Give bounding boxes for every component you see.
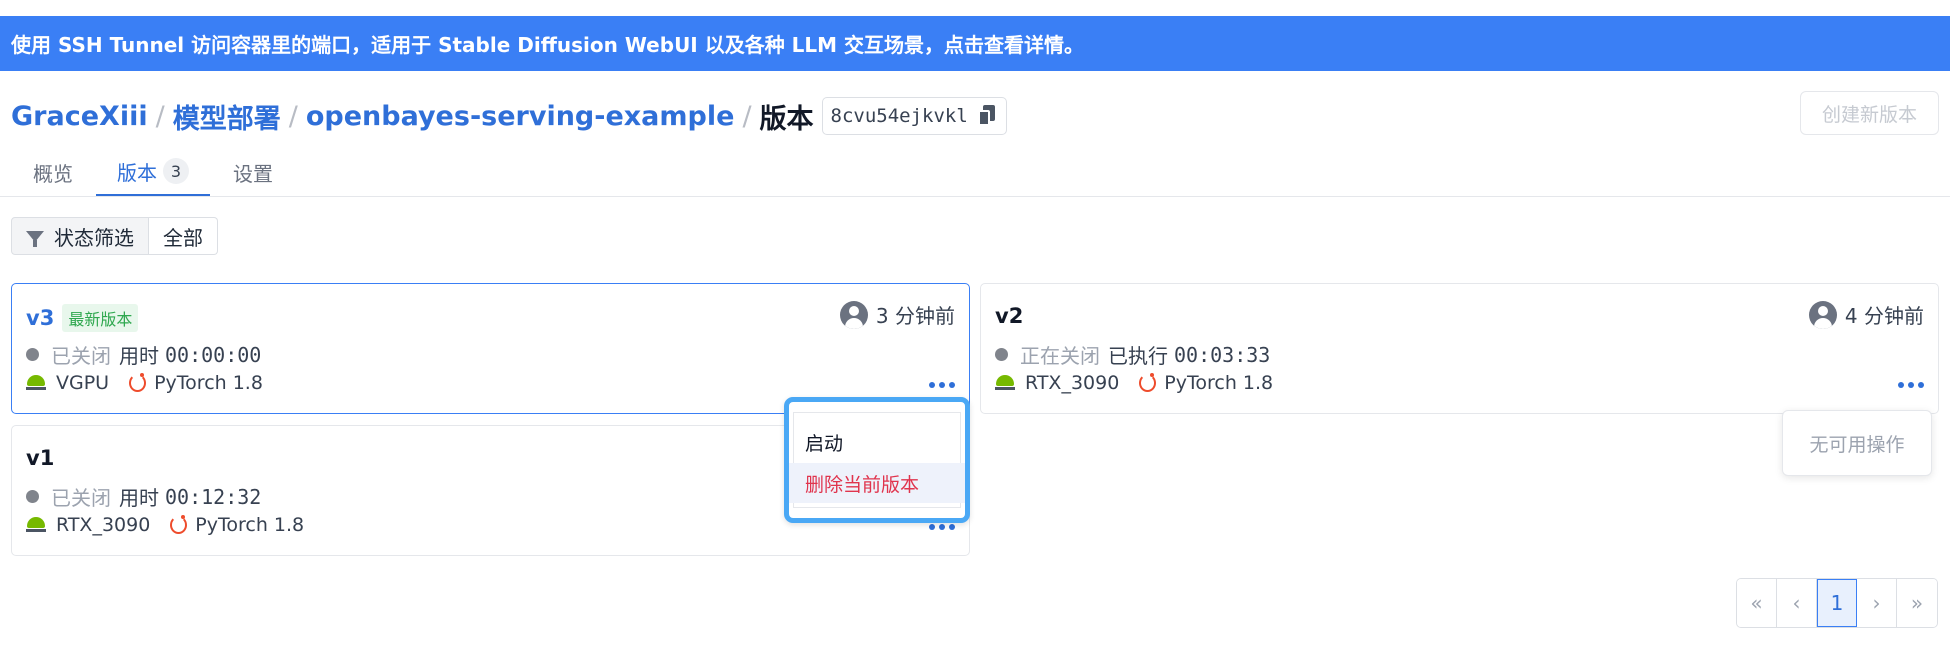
time-text: 3 分钟前	[875, 304, 955, 328]
status-filter-button[interactable]: 状态筛选	[11, 217, 149, 255]
duration-label: 已执行	[1108, 344, 1168, 368]
create-version-button[interactable]: 创建新版本	[1800, 91, 1939, 135]
card-title: v2	[995, 304, 1023, 328]
version-name[interactable]: v3	[26, 306, 54, 330]
card-status: 正在关闭 已执行 00:03:33	[995, 340, 1270, 369]
page-first-button[interactable]: «	[1737, 579, 1777, 627]
tab-bar: 概览 版本 3 设置	[0, 148, 1950, 197]
card-status: 已关闭 用时 00:12:32	[26, 482, 261, 511]
banner-text: 使用 SSH Tunnel 访问容器里的端口，适用于 Stable Diffus…	[11, 33, 1085, 57]
nvidia-icon	[26, 517, 46, 533]
pytorch-icon	[170, 515, 188, 534]
status-text: 已关闭	[51, 344, 111, 368]
info-banner[interactable]: 使用 SSH Tunnel 访问容器里的端口，适用于 Stable Diffus…	[0, 16, 1950, 71]
tab-versions-label: 版本	[117, 160, 157, 185]
time-text: 4 分钟前	[1844, 304, 1924, 328]
framework: PyTorch 1.8	[1164, 372, 1274, 394]
pagination: « ‹ 1 › »	[1736, 578, 1938, 628]
version-name[interactable]: v2	[995, 304, 1023, 328]
breadcrumb-separator: /	[288, 100, 298, 132]
more-actions-button[interactable]	[929, 380, 955, 390]
menu-item-start[interactable]: 启动	[789, 422, 965, 462]
more-actions-button[interactable]	[929, 522, 955, 532]
status-text: 正在关闭	[1020, 344, 1100, 368]
menu-item-delete-version[interactable]: 删除当前版本	[789, 463, 965, 503]
card-env: VGPU PyTorch 1.8	[26, 372, 263, 394]
user-avatar-icon	[1808, 300, 1837, 329]
breadcrumb-project-link[interactable]: openbayes-serving-example	[306, 101, 735, 132]
status-filter-label: 状态筛选	[54, 225, 134, 250]
status-dot-icon	[995, 348, 1008, 361]
pytorch-icon	[1139, 373, 1157, 392]
page-current-button[interactable]: 1	[1817, 579, 1857, 627]
duration-value: 00:00:00	[165, 342, 262, 367]
duration-value: 00:12:32	[165, 484, 262, 509]
status-dot-icon	[26, 490, 39, 503]
card-title: v3 最新版本	[26, 304, 139, 332]
duration-label: 用时	[119, 344, 159, 368]
status-text: 已关闭	[51, 486, 111, 510]
more-actions-button[interactable]	[1898, 380, 1924, 390]
card-status: 已关闭 用时 00:00:00	[26, 340, 261, 369]
status-filter-value[interactable]: 全部	[149, 217, 218, 255]
breadcrumb-separator: /	[155, 100, 165, 132]
latest-version-badge: 最新版本	[62, 304, 139, 332]
tab-overview-label: 概览	[33, 161, 73, 186]
breadcrumb-current: 版本	[759, 103, 814, 135]
no-actions-popup: 无可用操作	[1782, 410, 1932, 476]
duration-label: 用时	[119, 486, 159, 510]
breadcrumb-user-link[interactable]: GraceXiii	[11, 101, 148, 132]
version-name[interactable]: v1	[26, 446, 54, 470]
framework: PyTorch 1.8	[154, 372, 263, 394]
version-id-text: 8cvu54ejkvkl	[830, 105, 968, 127]
status-filter: 状态筛选 全部	[11, 217, 218, 255]
duration-value: 00:03:33	[1174, 342, 1271, 367]
version-actions-dropdown: 启动 删除当前版本	[784, 397, 970, 523]
nvidia-icon	[26, 375, 46, 391]
filter-icon	[26, 230, 44, 247]
nvidia-icon	[995, 375, 1015, 391]
gpu-type: VGPU	[56, 372, 110, 394]
page-prev-button[interactable]: ‹	[1777, 579, 1817, 627]
card-time: 3 分钟前	[839, 300, 955, 329]
card-time: 4 分钟前	[1808, 300, 1924, 329]
breadcrumb-section-link[interactable]: 模型部署	[173, 97, 281, 136]
tab-versions-count-badge: 3	[163, 158, 189, 184]
status-dot-icon	[26, 348, 39, 361]
user-avatar-icon	[839, 300, 868, 329]
page-last-button[interactable]: »	[1897, 579, 1937, 627]
gpu-type: RTX_3090	[56, 514, 151, 536]
tab-settings[interactable]: 设置	[222, 148, 284, 196]
card-title: v1	[26, 446, 54, 470]
copy-icon[interactable]	[977, 105, 996, 127]
card-env: RTX_3090 PyTorch 1.8	[26, 514, 304, 536]
tab-overview[interactable]: 概览	[22, 148, 84, 196]
breadcrumb-separator: /	[742, 100, 752, 132]
tab-settings-label: 设置	[233, 161, 273, 186]
pytorch-icon	[129, 373, 147, 392]
breadcrumb: GraceXiii / 模型部署 / openbayes-serving-exa…	[11, 94, 1007, 138]
no-actions-text: 无可用操作	[1809, 433, 1905, 456]
card-env: RTX_3090 PyTorch 1.8	[995, 372, 1273, 394]
page-next-button[interactable]: ›	[1857, 579, 1897, 627]
version-id-box: 8cvu54ejkvkl	[821, 97, 1007, 135]
gpu-type: RTX_3090	[1025, 372, 1120, 394]
framework: PyTorch 1.8	[195, 514, 305, 536]
tab-versions[interactable]: 版本 3	[96, 148, 210, 196]
version-card-v2[interactable]: v2 4 分钟前 正在关闭 已执行 00:03:33 RTX_3090 PyTo…	[980, 283, 1939, 414]
version-card-v3[interactable]: v3 最新版本 3 分钟前 已关闭 用时 00:00:00 VGPU PyTor…	[11, 283, 970, 414]
